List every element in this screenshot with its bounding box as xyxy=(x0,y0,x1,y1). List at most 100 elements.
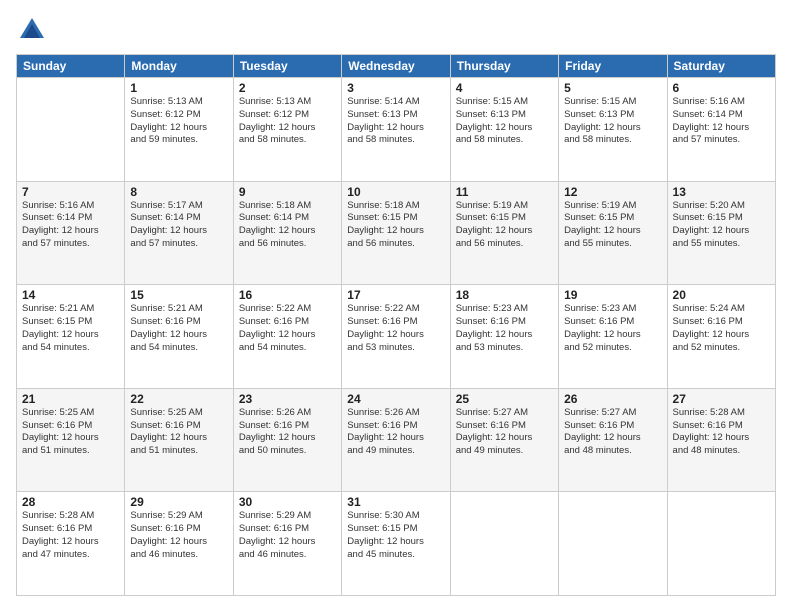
weekday-header-thursday: Thursday xyxy=(450,55,558,78)
day-cell: 27Sunrise: 5:28 AMSunset: 6:16 PMDayligh… xyxy=(667,388,775,492)
day-number: 2 xyxy=(239,81,336,95)
week-row-5: 28Sunrise: 5:28 AMSunset: 6:16 PMDayligh… xyxy=(17,492,776,596)
page: SundayMondayTuesdayWednesdayThursdayFrid… xyxy=(0,0,792,612)
day-cell xyxy=(450,492,558,596)
week-row-1: 1Sunrise: 5:13 AMSunset: 6:12 PMDaylight… xyxy=(17,78,776,182)
day-cell: 4Sunrise: 5:15 AMSunset: 6:13 PMDaylight… xyxy=(450,78,558,182)
day-cell: 17Sunrise: 5:22 AMSunset: 6:16 PMDayligh… xyxy=(342,285,450,389)
day-info: Sunrise: 5:23 AMSunset: 6:16 PMDaylight:… xyxy=(456,303,553,354)
week-row-3: 14Sunrise: 5:21 AMSunset: 6:15 PMDayligh… xyxy=(17,285,776,389)
day-cell: 31Sunrise: 5:30 AMSunset: 6:15 PMDayligh… xyxy=(342,492,450,596)
day-number: 17 xyxy=(347,288,444,302)
day-info: Sunrise: 5:27 AMSunset: 6:16 PMDaylight:… xyxy=(456,407,553,458)
day-cell: 26Sunrise: 5:27 AMSunset: 6:16 PMDayligh… xyxy=(559,388,667,492)
day-info: Sunrise: 5:29 AMSunset: 6:16 PMDaylight:… xyxy=(239,510,336,561)
day-cell: 24Sunrise: 5:26 AMSunset: 6:16 PMDayligh… xyxy=(342,388,450,492)
day-cell: 29Sunrise: 5:29 AMSunset: 6:16 PMDayligh… xyxy=(125,492,233,596)
day-cell xyxy=(17,78,125,182)
day-number: 4 xyxy=(456,81,553,95)
day-cell: 22Sunrise: 5:25 AMSunset: 6:16 PMDayligh… xyxy=(125,388,233,492)
day-cell: 6Sunrise: 5:16 AMSunset: 6:14 PMDaylight… xyxy=(667,78,775,182)
day-cell: 15Sunrise: 5:21 AMSunset: 6:16 PMDayligh… xyxy=(125,285,233,389)
day-number: 21 xyxy=(22,392,119,406)
day-number: 12 xyxy=(564,185,661,199)
day-info: Sunrise: 5:23 AMSunset: 6:16 PMDaylight:… xyxy=(564,303,661,354)
weekday-header-tuesday: Tuesday xyxy=(233,55,341,78)
day-cell: 14Sunrise: 5:21 AMSunset: 6:15 PMDayligh… xyxy=(17,285,125,389)
day-number: 28 xyxy=(22,495,119,509)
day-cell: 18Sunrise: 5:23 AMSunset: 6:16 PMDayligh… xyxy=(450,285,558,389)
day-info: Sunrise: 5:16 AMSunset: 6:14 PMDaylight:… xyxy=(673,96,770,147)
day-number: 30 xyxy=(239,495,336,509)
day-info: Sunrise: 5:19 AMSunset: 6:15 PMDaylight:… xyxy=(564,200,661,251)
day-number: 24 xyxy=(347,392,444,406)
day-cell: 30Sunrise: 5:29 AMSunset: 6:16 PMDayligh… xyxy=(233,492,341,596)
day-cell: 7Sunrise: 5:16 AMSunset: 6:14 PMDaylight… xyxy=(17,181,125,285)
day-number: 3 xyxy=(347,81,444,95)
day-info: Sunrise: 5:17 AMSunset: 6:14 PMDaylight:… xyxy=(130,200,227,251)
day-number: 19 xyxy=(564,288,661,302)
day-cell: 13Sunrise: 5:20 AMSunset: 6:15 PMDayligh… xyxy=(667,181,775,285)
day-cell: 3Sunrise: 5:14 AMSunset: 6:13 PMDaylight… xyxy=(342,78,450,182)
day-info: Sunrise: 5:22 AMSunset: 6:16 PMDaylight:… xyxy=(239,303,336,354)
day-number: 7 xyxy=(22,185,119,199)
day-cell xyxy=(667,492,775,596)
day-info: Sunrise: 5:26 AMSunset: 6:16 PMDaylight:… xyxy=(347,407,444,458)
day-number: 1 xyxy=(130,81,227,95)
day-info: Sunrise: 5:21 AMSunset: 6:16 PMDaylight:… xyxy=(130,303,227,354)
weekday-header-row: SundayMondayTuesdayWednesdayThursdayFrid… xyxy=(17,55,776,78)
day-info: Sunrise: 5:21 AMSunset: 6:15 PMDaylight:… xyxy=(22,303,119,354)
day-info: Sunrise: 5:26 AMSunset: 6:16 PMDaylight:… xyxy=(239,407,336,458)
day-number: 16 xyxy=(239,288,336,302)
day-number: 22 xyxy=(130,392,227,406)
calendar-table: SundayMondayTuesdayWednesdayThursdayFrid… xyxy=(16,54,776,596)
day-number: 14 xyxy=(22,288,119,302)
day-number: 31 xyxy=(347,495,444,509)
day-number: 15 xyxy=(130,288,227,302)
day-info: Sunrise: 5:13 AMSunset: 6:12 PMDaylight:… xyxy=(130,96,227,147)
weekday-header-monday: Monday xyxy=(125,55,233,78)
weekday-header-friday: Friday xyxy=(559,55,667,78)
day-cell: 5Sunrise: 5:15 AMSunset: 6:13 PMDaylight… xyxy=(559,78,667,182)
day-info: Sunrise: 5:25 AMSunset: 6:16 PMDaylight:… xyxy=(130,407,227,458)
week-row-2: 7Sunrise: 5:16 AMSunset: 6:14 PMDaylight… xyxy=(17,181,776,285)
day-cell: 20Sunrise: 5:24 AMSunset: 6:16 PMDayligh… xyxy=(667,285,775,389)
day-number: 6 xyxy=(673,81,770,95)
day-info: Sunrise: 5:18 AMSunset: 6:14 PMDaylight:… xyxy=(239,200,336,251)
day-info: Sunrise: 5:22 AMSunset: 6:16 PMDaylight:… xyxy=(347,303,444,354)
day-info: Sunrise: 5:28 AMSunset: 6:16 PMDaylight:… xyxy=(673,407,770,458)
header xyxy=(16,16,776,44)
day-info: Sunrise: 5:16 AMSunset: 6:14 PMDaylight:… xyxy=(22,200,119,251)
day-cell: 10Sunrise: 5:18 AMSunset: 6:15 PMDayligh… xyxy=(342,181,450,285)
logo-icon xyxy=(18,16,46,44)
day-cell: 9Sunrise: 5:18 AMSunset: 6:14 PMDaylight… xyxy=(233,181,341,285)
logo xyxy=(16,16,46,44)
day-info: Sunrise: 5:25 AMSunset: 6:16 PMDaylight:… xyxy=(22,407,119,458)
day-info: Sunrise: 5:15 AMSunset: 6:13 PMDaylight:… xyxy=(564,96,661,147)
day-cell xyxy=(559,492,667,596)
day-cell: 16Sunrise: 5:22 AMSunset: 6:16 PMDayligh… xyxy=(233,285,341,389)
day-number: 26 xyxy=(564,392,661,406)
day-number: 13 xyxy=(673,185,770,199)
day-number: 11 xyxy=(456,185,553,199)
day-number: 10 xyxy=(347,185,444,199)
day-cell: 28Sunrise: 5:28 AMSunset: 6:16 PMDayligh… xyxy=(17,492,125,596)
day-cell: 19Sunrise: 5:23 AMSunset: 6:16 PMDayligh… xyxy=(559,285,667,389)
day-number: 8 xyxy=(130,185,227,199)
day-info: Sunrise: 5:29 AMSunset: 6:16 PMDaylight:… xyxy=(130,510,227,561)
day-info: Sunrise: 5:28 AMSunset: 6:16 PMDaylight:… xyxy=(22,510,119,561)
weekday-header-sunday: Sunday xyxy=(17,55,125,78)
day-info: Sunrise: 5:15 AMSunset: 6:13 PMDaylight:… xyxy=(456,96,553,147)
day-number: 9 xyxy=(239,185,336,199)
day-number: 27 xyxy=(673,392,770,406)
day-info: Sunrise: 5:14 AMSunset: 6:13 PMDaylight:… xyxy=(347,96,444,147)
day-cell: 25Sunrise: 5:27 AMSunset: 6:16 PMDayligh… xyxy=(450,388,558,492)
day-info: Sunrise: 5:30 AMSunset: 6:15 PMDaylight:… xyxy=(347,510,444,561)
day-cell: 23Sunrise: 5:26 AMSunset: 6:16 PMDayligh… xyxy=(233,388,341,492)
day-cell: 8Sunrise: 5:17 AMSunset: 6:14 PMDaylight… xyxy=(125,181,233,285)
week-row-4: 21Sunrise: 5:25 AMSunset: 6:16 PMDayligh… xyxy=(17,388,776,492)
day-number: 20 xyxy=(673,288,770,302)
day-number: 23 xyxy=(239,392,336,406)
weekday-header-saturday: Saturday xyxy=(667,55,775,78)
day-cell: 21Sunrise: 5:25 AMSunset: 6:16 PMDayligh… xyxy=(17,388,125,492)
